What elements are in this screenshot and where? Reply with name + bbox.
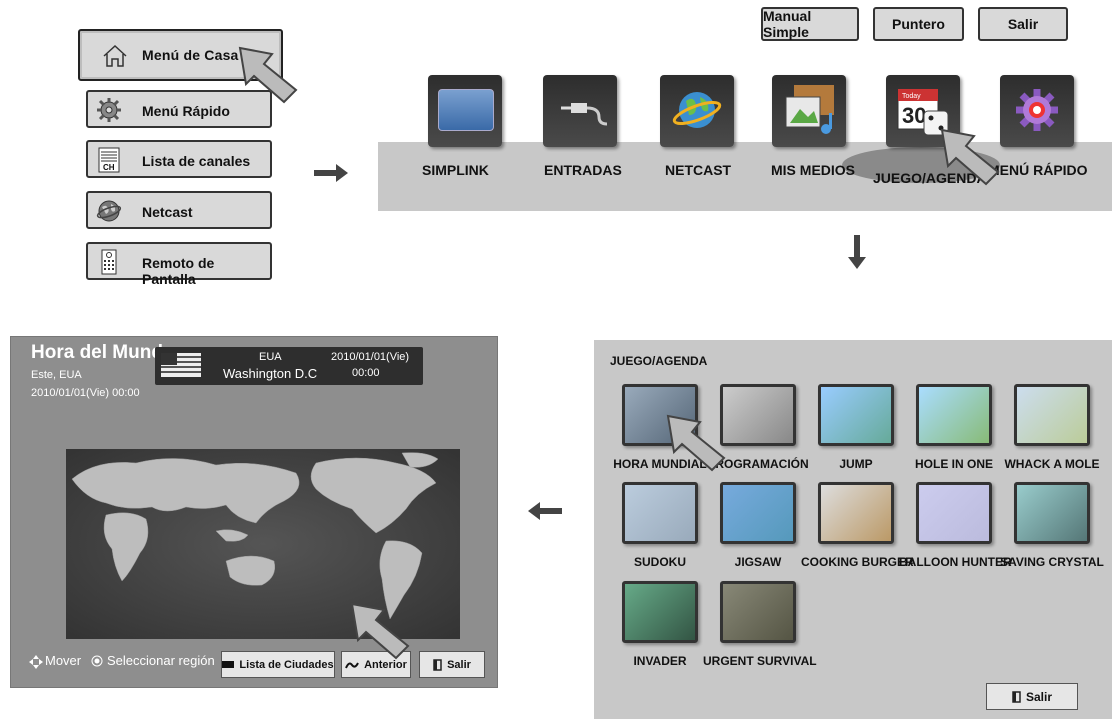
bar-item-quick-menu[interactable] — [1000, 75, 1074, 147]
world-time-region: Este, EUA — [31, 369, 82, 381]
tile-label: INVADER — [633, 654, 687, 668]
tile-jigsaw[interactable] — [720, 482, 796, 544]
us-flag-icon — [161, 353, 201, 377]
pointer-cursor-icon — [940, 128, 1000, 186]
card-date: 2010/01/01(Vie) — [331, 351, 410, 363]
footer-select-label: Seleccionar región — [107, 653, 215, 668]
panel-title: JUEGO/AGENDA — [610, 354, 708, 368]
select-circle-icon — [91, 655, 103, 667]
tile-saving-crystal[interactable] — [1014, 482, 1090, 544]
world-time-exit-button[interactable]: Salir — [419, 651, 485, 678]
tile-whack-a-mole[interactable] — [1014, 384, 1090, 446]
game-agenda-panel: JUEGO/AGENDA HORA MUNDIAL PROGRAMACIÓN J… — [594, 340, 1112, 719]
remote-icon — [101, 249, 117, 275]
menu-item-label: Menú Rápido — [142, 103, 230, 119]
footer-move-label: Mover — [45, 653, 82, 668]
card-country: EUA — [259, 351, 282, 363]
tile-label: URGENT SURVIVAL — [703, 654, 817, 668]
bar-item-simplink[interactable] — [428, 75, 502, 147]
tile-cooking-burger[interactable] — [818, 482, 894, 544]
calendar-day-text: 30 — [902, 103, 926, 128]
media-icon — [785, 85, 834, 134]
bar-item-my-media[interactable] — [772, 75, 846, 147]
menu-item-label: Netcast — [142, 204, 193, 220]
world-time-local-datetime: 2010/01/01(Vie) 00:00 — [31, 387, 140, 399]
menu-item-screen-remote[interactable]: Remoto de Pantalla — [86, 242, 272, 287]
tile-label: JUMP — [839, 457, 873, 471]
menu-item-netcast[interactable]: Netcast — [86, 191, 272, 229]
channel-list-icon: CH — [98, 147, 120, 173]
city-list-button[interactable]: Lista de Ciudades — [221, 651, 335, 678]
pointer-button[interactable]: Puntero — [873, 7, 964, 41]
tile-invader[interactable] — [622, 581, 698, 643]
menu-item-channel-list[interactable]: CH Lista de canales — [86, 140, 272, 178]
house-icon — [103, 44, 127, 67]
bar-item-label: MIS MEDIOS — [771, 162, 856, 178]
tile-label: SUDOKU — [633, 555, 686, 569]
tile-programacion[interactable] — [720, 384, 796, 446]
menu-item-label: Lista de canales — [142, 153, 251, 169]
world-time-title: Hora del Mundo — [31, 342, 175, 363]
bar-item-label: ENTRADAS — [544, 162, 622, 178]
tile-label: SAVING CRYSTAL — [1000, 555, 1104, 569]
pointer-cursor-icon — [666, 414, 726, 472]
tile-label: COOKING BURGER — [801, 555, 914, 569]
globe-icon — [96, 200, 122, 222]
simple-manual-button[interactable]: Manual Simple — [761, 7, 859, 41]
simplink-icon — [438, 89, 494, 131]
bar-item-label: NETCAST — [665, 162, 732, 178]
back-icon — [345, 662, 360, 668]
pointer-cursor-icon — [350, 602, 410, 660]
tile-hole-in-one[interactable] — [916, 384, 992, 446]
exit-door-icon — [1012, 690, 1021, 703]
city-time-card: EUA Washington D.C 2010/01/01(Vie) 00:00 — [155, 347, 423, 385]
gear-icon — [97, 98, 121, 122]
tile-label: HOLE IN ONE — [914, 457, 993, 471]
back-label: Anterior — [364, 658, 407, 671]
tile-label: WHACK A MOLE — [1004, 457, 1100, 471]
move-arrows-icon — [29, 655, 43, 669]
tile-jump[interactable] — [818, 384, 894, 446]
tile-urgent-survival[interactable] — [720, 581, 796, 643]
exit-label: Salir — [1025, 689, 1052, 704]
panel-exit-button[interactable]: Salir — [986, 683, 1078, 710]
globe-icon — [672, 92, 722, 128]
exit-button[interactable]: Salir — [978, 7, 1068, 41]
exit-door-icon — [433, 658, 442, 671]
card-time: 00:00 — [352, 367, 380, 379]
calendar-today-text: Today — [902, 93, 921, 100]
channel-icon-text: CH — [103, 163, 115, 172]
card-city: Washington D.C — [223, 366, 318, 381]
tile-label: BALLOON HUNTER — [899, 555, 1012, 569]
arrow-left-icon — [528, 502, 562, 520]
bar-item-inputs[interactable] — [543, 75, 617, 147]
tile-label: JIGSAW — [734, 555, 782, 569]
home-menu-label: Menú de Casa — [142, 47, 239, 63]
pointer-cursor-icon — [238, 46, 298, 104]
tile-balloon-hunter[interactable] — [916, 482, 992, 544]
city-list-label: Lista de Ciudades — [239, 658, 334, 671]
menu-item-label: Remoto de Pantalla — [142, 255, 215, 287]
bar-item-label: SIMPLINK — [422, 162, 489, 178]
input-plug-icon — [561, 103, 607, 126]
bar-item-label: MENÚ RÁPIDO — [988, 162, 1088, 178]
arrow-down-icon — [848, 235, 866, 269]
gear-icon — [1016, 89, 1058, 131]
bar-item-netcast[interactable] — [660, 75, 734, 147]
tile-sudoku[interactable] — [622, 482, 698, 544]
world-time-panel: Hora del Mundo Este, EUA 2010/01/01(Vie)… — [10, 336, 498, 688]
black-key-icon — [222, 661, 235, 668]
arrow-right-icon — [314, 164, 348, 182]
exit-label: Salir — [447, 658, 471, 671]
